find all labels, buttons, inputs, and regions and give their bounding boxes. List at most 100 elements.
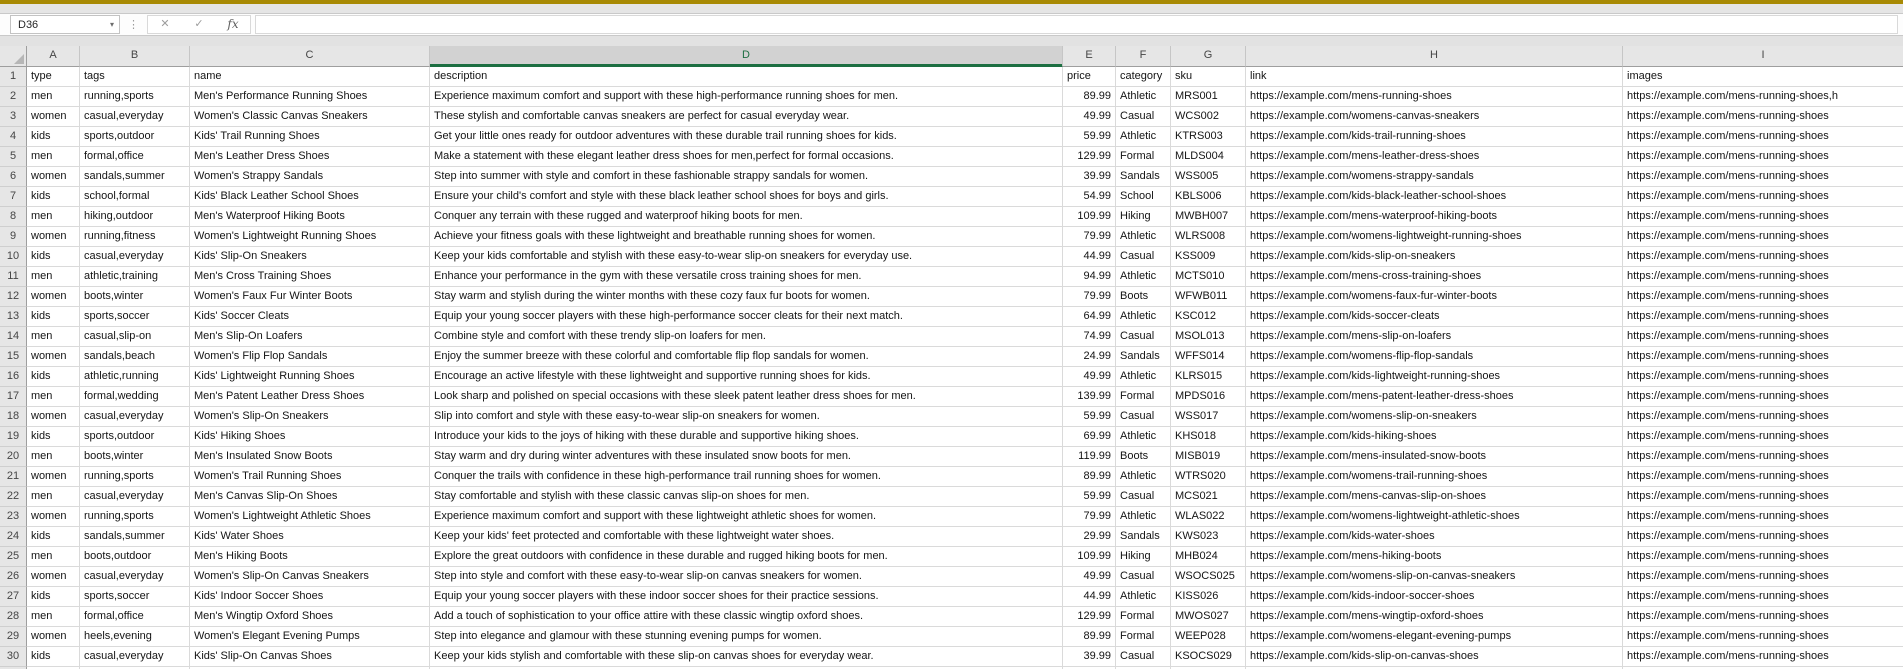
cell-G5[interactable]: MLDS004 — [1171, 147, 1246, 167]
cell-C10[interactable]: Kids' Slip-On Sneakers — [190, 247, 430, 267]
cell-E16[interactable]: 49.99 — [1063, 367, 1116, 387]
cell-G6[interactable]: WSS005 — [1171, 167, 1246, 187]
cell-G30[interactable]: KSOCS029 — [1171, 647, 1246, 667]
cell-D20[interactable]: Stay warm and dry during winter adventur… — [430, 447, 1063, 467]
cell-C23[interactable]: Women's Lightweight Athletic Shoes — [190, 507, 430, 527]
cell-I1[interactable]: images — [1623, 67, 1903, 87]
cell-G21[interactable]: WTRS020 — [1171, 467, 1246, 487]
row-header-28[interactable]: 28 — [0, 607, 27, 627]
cell-B27[interactable]: sports,soccer — [80, 587, 190, 607]
cell-E12[interactable]: 79.99 — [1063, 287, 1116, 307]
cell-H3[interactable]: https://example.com/womens-canvas-sneake… — [1246, 107, 1623, 127]
cell-B26[interactable]: casual,everyday — [80, 567, 190, 587]
cell-E15[interactable]: 24.99 — [1063, 347, 1116, 367]
cell-D28[interactable]: Add a touch of sophistication to your of… — [430, 607, 1063, 627]
cell-H20[interactable]: https://example.com/mens-insulated-snow-… — [1246, 447, 1623, 467]
cell-D10[interactable]: Keep your kids comfortable and stylish w… — [430, 247, 1063, 267]
cell-F18[interactable]: Casual — [1116, 407, 1171, 427]
cell-E6[interactable]: 39.99 — [1063, 167, 1116, 187]
row-header-19[interactable]: 19 — [0, 427, 27, 447]
cell-A12[interactable]: women — [27, 287, 80, 307]
cell-H7[interactable]: https://example.com/kids-black-leather-s… — [1246, 187, 1623, 207]
cell-E22[interactable]: 59.99 — [1063, 487, 1116, 507]
cell-B22[interactable]: casual,everyday — [80, 487, 190, 507]
cell-D14[interactable]: Combine style and comfort with these tre… — [430, 327, 1063, 347]
cell-C3[interactable]: Women's Classic Canvas Sneakers — [190, 107, 430, 127]
row-header-1[interactable]: 1 — [0, 67, 27, 87]
cell-F29[interactable]: Formal — [1116, 627, 1171, 647]
cell-D2[interactable]: Experience maximum comfort and support w… — [430, 87, 1063, 107]
cell-F7[interactable]: School — [1116, 187, 1171, 207]
cell-E4[interactable]: 59.99 — [1063, 127, 1116, 147]
cell-A23[interactable]: women — [27, 507, 80, 527]
name-box-dropdown-icon[interactable]: ▾ — [110, 20, 114, 29]
cell-A6[interactable]: women — [27, 167, 80, 187]
cell-D12[interactable]: Stay warm and stylish during the winter … — [430, 287, 1063, 307]
cell-G14[interactable]: MSOL013 — [1171, 327, 1246, 347]
cell-G13[interactable]: KSC012 — [1171, 307, 1246, 327]
cell-C7[interactable]: Kids' Black Leather School Shoes — [190, 187, 430, 207]
row-header-30[interactable]: 30 — [0, 647, 27, 667]
cell-F10[interactable]: Casual — [1116, 247, 1171, 267]
cell-D24[interactable]: Keep your kids' feet protected and comfo… — [430, 527, 1063, 547]
cell-I25[interactable]: https://example.com/mens-running-shoes — [1623, 547, 1903, 567]
cell-C1[interactable]: name — [190, 67, 430, 87]
cell-D9[interactable]: Achieve your fitness goals with these li… — [430, 227, 1063, 247]
cell-A1[interactable]: type — [27, 67, 80, 87]
cell-H12[interactable]: https://example.com/womens-faux-fur-wint… — [1246, 287, 1623, 307]
cell-F28[interactable]: Formal — [1116, 607, 1171, 627]
cell-C9[interactable]: Women's Lightweight Running Shoes — [190, 227, 430, 247]
column-header-I[interactable]: I — [1623, 46, 1903, 67]
cell-C28[interactable]: Men's Wingtip Oxford Shoes — [190, 607, 430, 627]
cell-C22[interactable]: Men's Canvas Slip-On Shoes — [190, 487, 430, 507]
cell-E5[interactable]: 129.99 — [1063, 147, 1116, 167]
cell-G7[interactable]: KBLS006 — [1171, 187, 1246, 207]
cell-G4[interactable]: KTRS003 — [1171, 127, 1246, 147]
cell-E11[interactable]: 94.99 — [1063, 267, 1116, 287]
cell-I14[interactable]: https://example.com/mens-running-shoes — [1623, 327, 1903, 347]
cell-D3[interactable]: These stylish and comfortable canvas sne… — [430, 107, 1063, 127]
row-header-17[interactable]: 17 — [0, 387, 27, 407]
cell-F12[interactable]: Boots — [1116, 287, 1171, 307]
cell-C25[interactable]: Men's Hiking Boots — [190, 547, 430, 567]
cell-A26[interactable]: women — [27, 567, 80, 587]
cell-I8[interactable]: https://example.com/mens-running-shoes — [1623, 207, 1903, 227]
row-header-26[interactable]: 26 — [0, 567, 27, 587]
cell-A15[interactable]: women — [27, 347, 80, 367]
cell-C14[interactable]: Men's Slip-On Loafers — [190, 327, 430, 347]
cell-D18[interactable]: Slip into comfort and style with these e… — [430, 407, 1063, 427]
row-header-7[interactable]: 7 — [0, 187, 27, 207]
cell-C4[interactable]: Kids' Trail Running Shoes — [190, 127, 430, 147]
row-header-2[interactable]: 2 — [0, 87, 27, 107]
cell-H2[interactable]: https://example.com/mens-running-shoes — [1246, 87, 1623, 107]
cell-H29[interactable]: https://example.com/womens-elegant-eveni… — [1246, 627, 1623, 647]
cell-E18[interactable]: 59.99 — [1063, 407, 1116, 427]
cell-E17[interactable]: 139.99 — [1063, 387, 1116, 407]
cell-B19[interactable]: sports,outdoor — [80, 427, 190, 447]
cell-E2[interactable]: 89.99 — [1063, 87, 1116, 107]
cell-D6[interactable]: Step into summer with style and comfort … — [430, 167, 1063, 187]
cell-D19[interactable]: Introduce your kids to the joys of hikin… — [430, 427, 1063, 447]
name-box[interactable]: D36 ▾ — [10, 15, 120, 34]
cell-E21[interactable]: 89.99 — [1063, 467, 1116, 487]
cell-C5[interactable]: Men's Leather Dress Shoes — [190, 147, 430, 167]
cell-H27[interactable]: https://example.com/kids-indoor-soccer-s… — [1246, 587, 1623, 607]
cell-G24[interactable]: KWS023 — [1171, 527, 1246, 547]
cell-C19[interactable]: Kids' Hiking Shoes — [190, 427, 430, 447]
cell-G11[interactable]: MCTS010 — [1171, 267, 1246, 287]
row-header-13[interactable]: 13 — [0, 307, 27, 327]
cell-H4[interactable]: https://example.com/kids-trail-running-s… — [1246, 127, 1623, 147]
cell-B9[interactable]: running,fitness — [80, 227, 190, 247]
cell-I20[interactable]: https://example.com/mens-running-shoes — [1623, 447, 1903, 467]
cell-F17[interactable]: Formal — [1116, 387, 1171, 407]
cell-A10[interactable]: kids — [27, 247, 80, 267]
cell-C18[interactable]: Women's Slip-On Sneakers — [190, 407, 430, 427]
cell-F21[interactable]: Athletic — [1116, 467, 1171, 487]
cell-A28[interactable]: men — [27, 607, 80, 627]
cell-A16[interactable]: kids — [27, 367, 80, 387]
cell-F15[interactable]: Sandals — [1116, 347, 1171, 367]
cell-G16[interactable]: KLRS015 — [1171, 367, 1246, 387]
cell-E10[interactable]: 44.99 — [1063, 247, 1116, 267]
cell-A9[interactable]: women — [27, 227, 80, 247]
cell-E20[interactable]: 119.99 — [1063, 447, 1116, 467]
